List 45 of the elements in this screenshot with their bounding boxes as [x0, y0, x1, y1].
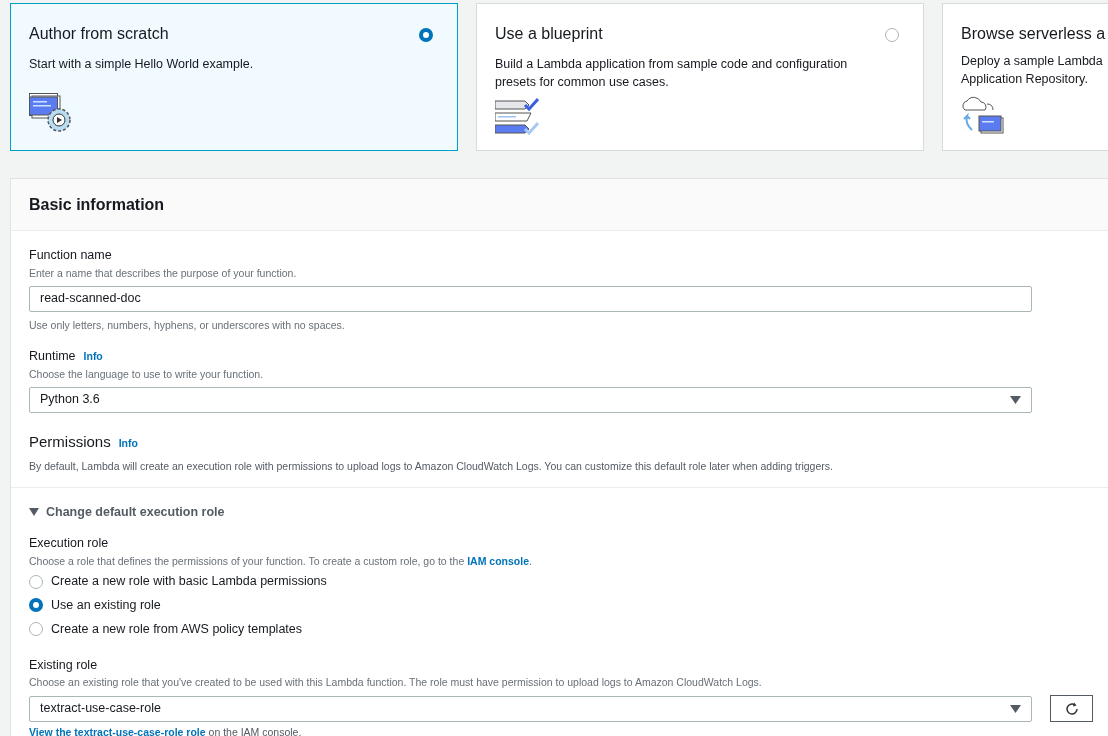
option-card[interactable]: Use a blueprint Build a Lambda application from sample code and configuration presets for common use cases. — [476, 3, 924, 151]
field-label: Execution role — [29, 534, 110, 552]
card-title: Use a blueprint — [495, 24, 603, 44]
section-title: Permissions — [29, 431, 111, 452]
radio-button[interactable] — [419, 28, 433, 42]
caret-icon — [1010, 395, 1021, 404]
link-suffix: on the IAM console. — [208, 726, 302, 736]
checklist-icon — [495, 97, 539, 137]
caret-icon — [29, 508, 39, 517]
field-hint: Choose the language to use to write your function. — [29, 367, 265, 382]
radio-button[interactable] — [29, 574, 43, 589]
radio-button[interactable] — [885, 28, 899, 42]
radio-label[interactable]: Use an existing role — [51, 596, 161, 615]
refresh-button[interactable] — [1050, 695, 1093, 722]
section-text: By default, Lambda will create an execution role with permissions to upload logs to Amazon CloudWatch Logs. You can customize this default role later when adding triggers. — [29, 459, 834, 475]
field-hint: Enter a name that describes the purpose of your function. — [29, 265, 298, 281]
radio-button[interactable] — [29, 598, 43, 613]
option-card[interactable]: Browse serverless a Deploy a sample Lambda Application Repository. — [942, 3, 1108, 151]
panel-title: Basic information — [29, 194, 165, 215]
info-link[interactable]: Info — [83, 349, 103, 365]
field-hint: Choose an existing role that you've created to be used with this Lambda function. The role must have permission to upload logs to Amazon CloudWatch Logs. — [29, 675, 763, 691]
input-field[interactable]: read-scanned-doc — [29, 285, 1032, 312]
iam-console-link[interactable]: IAM console — [467, 554, 529, 567]
view-role-link[interactable]: View the textract-use-case-role role — [29, 726, 206, 736]
field-note: Use only letters, numbers, hyphens, or underscores with no spaces. — [29, 317, 346, 333]
field-hint: Choose a role that defines the permissions of your function. To create a custom role, go to the IAM console. — [29, 553, 533, 569]
card-description: Build a Lambda application from sample code and configuration presets for common use cases. — [495, 56, 849, 91]
radio-label[interactable]: Create a new role from AWS policy templates — [51, 619, 303, 639]
field-label: Function name — [29, 247, 113, 264]
card-title: Author from scratch — [29, 24, 169, 44]
runtime-select[interactable]: Python 3.6 — [29, 386, 1032, 413]
card-title: Browse serverless a — [961, 24, 1106, 44]
cloud-windows-icon — [961, 94, 1007, 134]
field-label: Runtime — [29, 348, 76, 366]
radio-label[interactable]: Create a new role with basic Lambda permissions — [51, 572, 327, 591]
expander-toggle[interactable]: Change default execution role — [29, 503, 225, 522]
radio-button[interactable] — [29, 622, 43, 637]
card-description: Start with a simple Hello World example. — [29, 56, 255, 73]
card-description: Deploy a sample Lambda Application Repository. — [961, 53, 1104, 88]
refresh-icon — [1064, 701, 1079, 716]
info-link[interactable]: Info — [118, 435, 138, 452]
field-label: Existing role — [29, 656, 99, 674]
caret-icon — [1010, 704, 1021, 713]
role-select[interactable]: textract-use-case-role — [29, 695, 1032, 722]
option-card[interactable]: Author from scratch Start with a simple Hello World example. — [10, 3, 458, 151]
